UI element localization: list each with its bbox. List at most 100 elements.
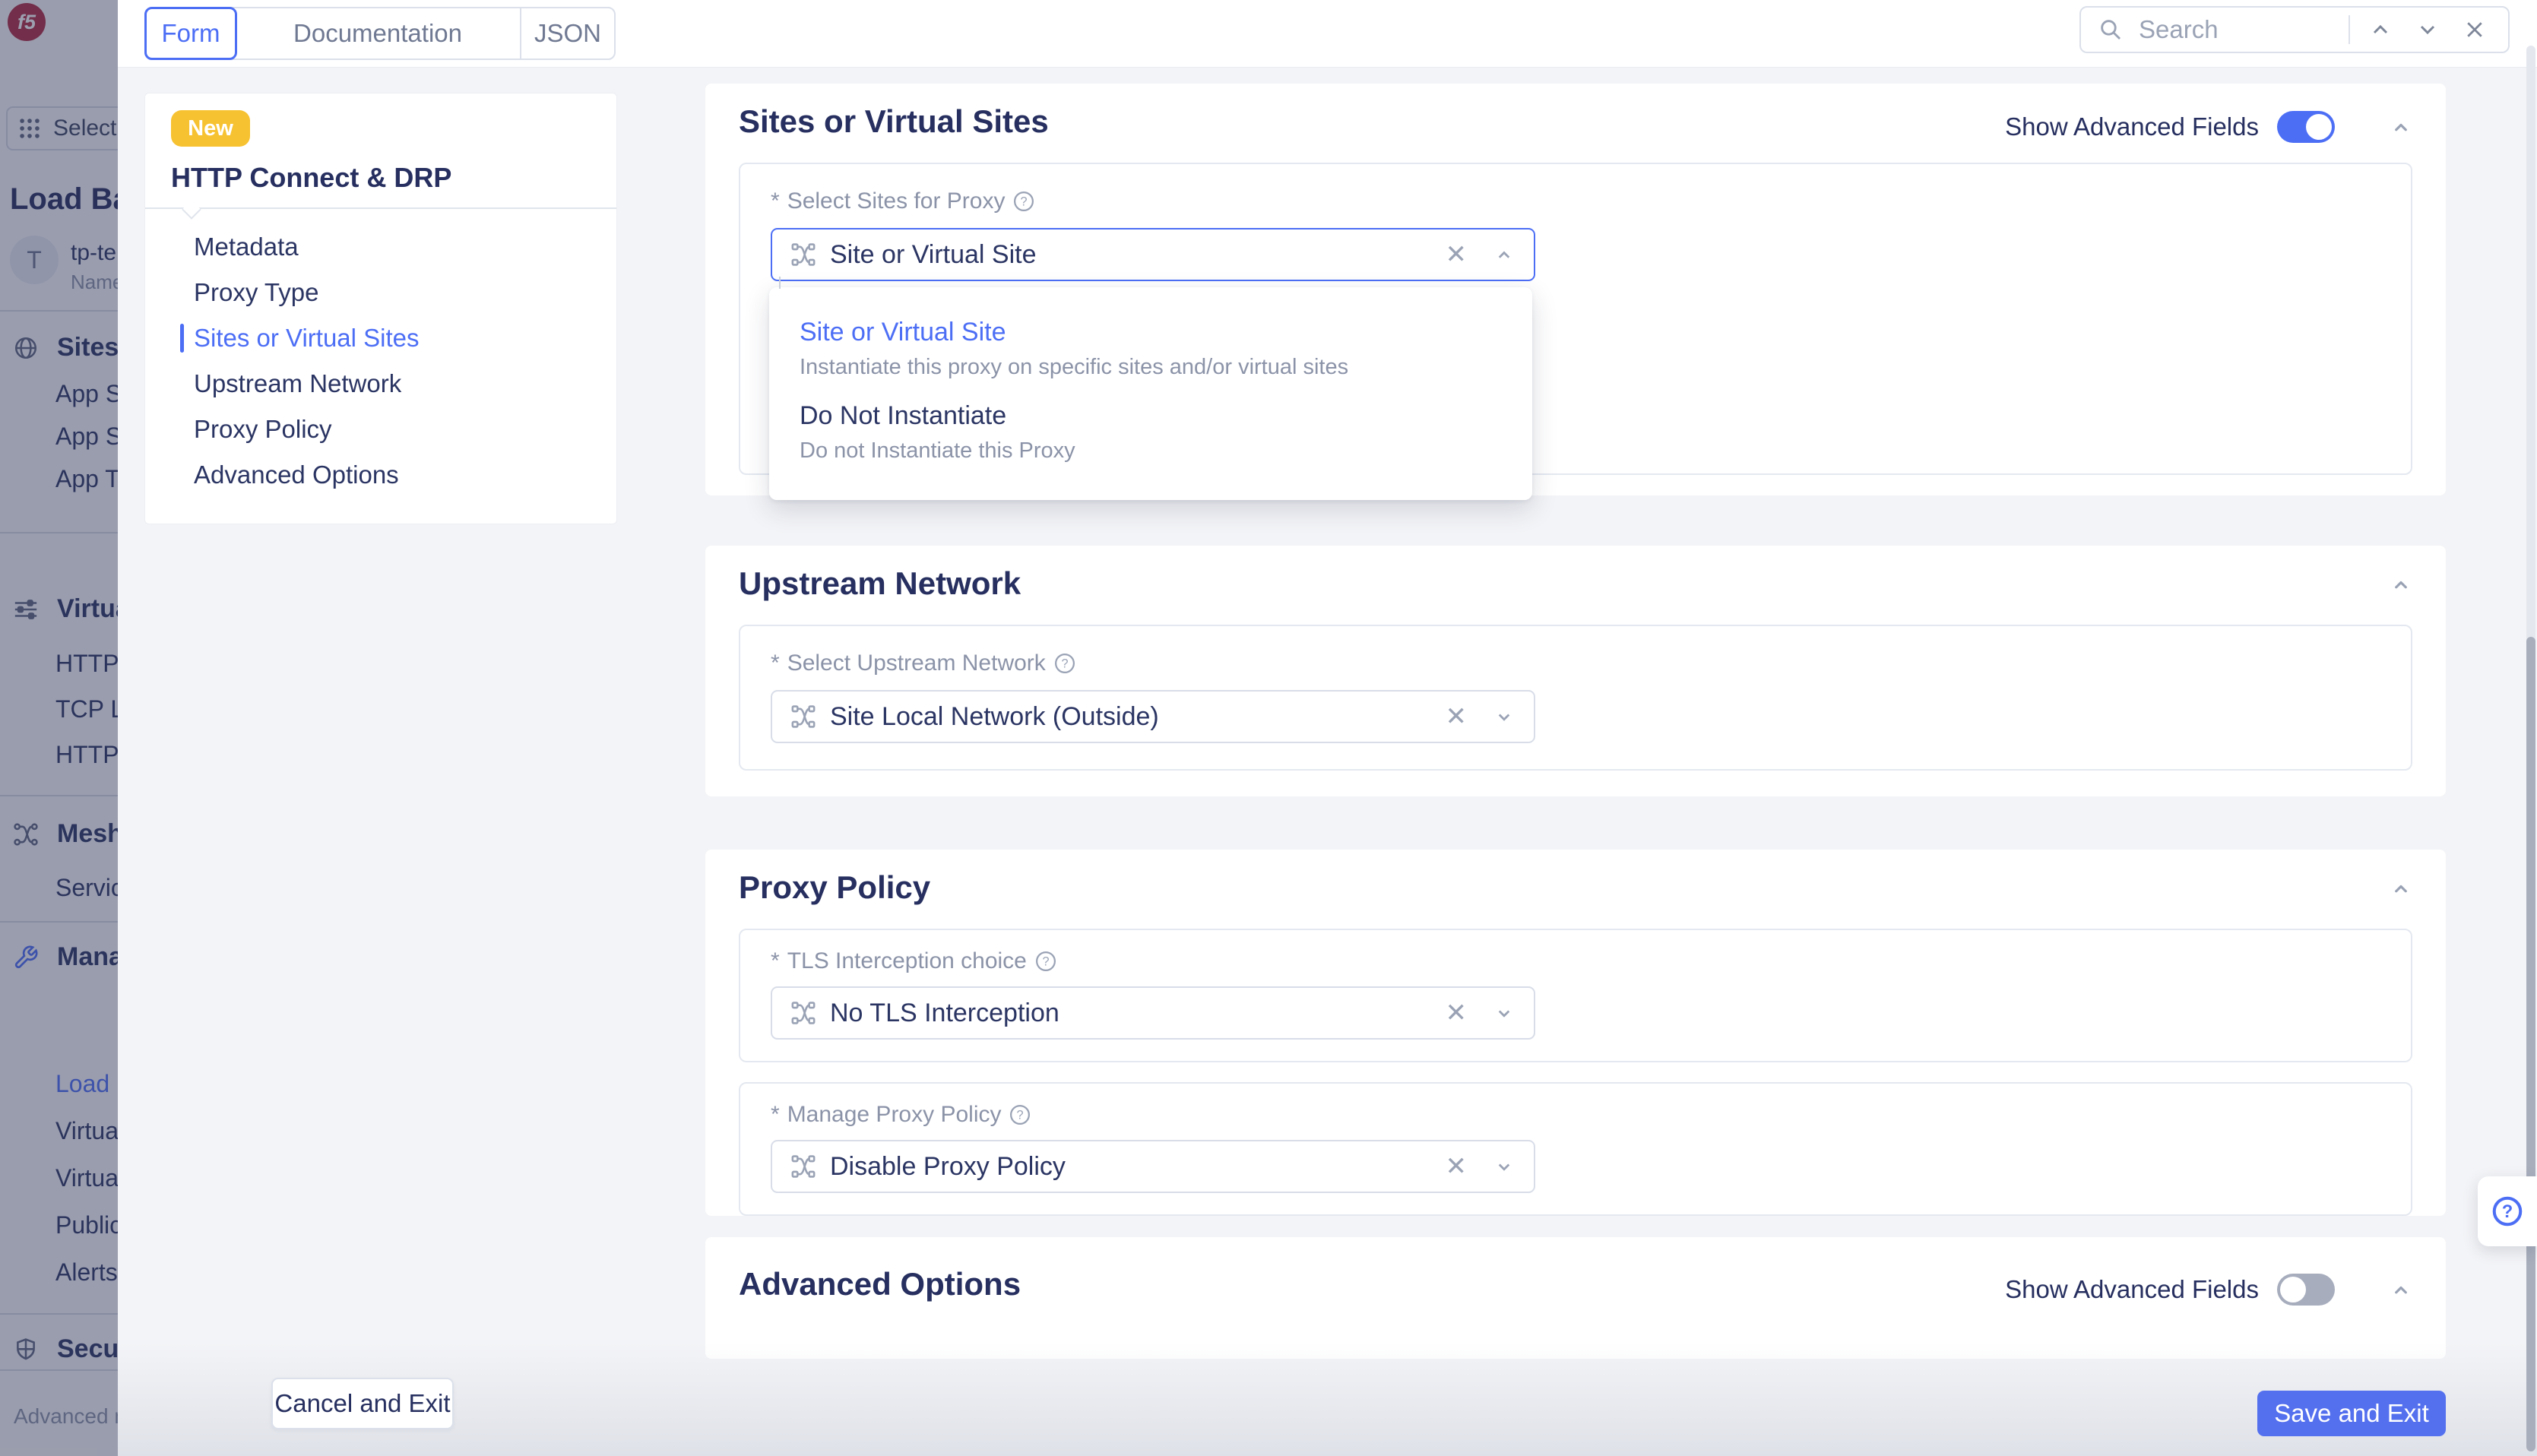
dropdown-connector xyxy=(779,277,781,289)
dropdown-option-site-or-virtual-site[interactable]: Site or Virtual Site Instantiate this pr… xyxy=(769,307,1532,391)
chevron-up-icon xyxy=(2395,581,2407,589)
option-title: Site or Virtual Site xyxy=(800,318,1006,347)
form-nav-item-advanced-options[interactable]: Advanced Options xyxy=(145,452,616,498)
clear-icon[interactable]: ✕ xyxy=(1446,1154,1468,1179)
select-value: Site or Virtual Site xyxy=(830,239,1037,269)
form-overlay-panel: Form Documentation JSON Search New HTTP … xyxy=(118,0,2537,1456)
close-search-button[interactable] xyxy=(2458,13,2491,46)
toggle-knob xyxy=(2280,1277,2306,1302)
open-dropdown-button[interactable] xyxy=(1493,1002,1516,1024)
chevron-up-icon xyxy=(2373,24,2388,34)
search-icon xyxy=(2101,20,2121,40)
sites-for-proxy-dropdown: Site or Virtual Site Instantiate this pr… xyxy=(769,287,1532,500)
section-advanced-options: Advanced Options Show Advanced Fields xyxy=(705,1237,2446,1359)
select-value: No TLS Interception xyxy=(830,998,1059,1027)
fieldset-tls-interception: * TLS Interception choice ? No TLS Inter… xyxy=(739,929,2412,1062)
section-title: Proxy Policy xyxy=(739,869,931,905)
scrollbar-thumb[interactable] xyxy=(2526,637,2535,1451)
search-input[interactable] xyxy=(2137,14,2335,45)
chevron-up-icon xyxy=(2395,885,2407,893)
tab-documentation[interactable]: Documentation xyxy=(236,8,520,59)
select-value: Disable Proxy Policy xyxy=(830,1151,1066,1181)
one-of-icon xyxy=(791,243,816,266)
form-nav-item-proxy-policy[interactable]: Proxy Policy xyxy=(145,407,616,452)
chevron-down-icon xyxy=(1498,1163,1510,1171)
divider xyxy=(2349,15,2350,44)
show-advanced-fields-label: Show Advanced Fields xyxy=(2005,1275,2259,1303)
find-search-bar xyxy=(2079,6,2510,53)
collapse-section-button[interactable] xyxy=(2390,1278,2412,1301)
help-icon[interactable]: ? xyxy=(1053,652,1076,675)
find-next-button[interactable] xyxy=(2411,13,2444,46)
required-mark: * xyxy=(771,650,780,676)
field-label-text: Select Sites for Proxy xyxy=(787,188,1006,214)
required-mark: * xyxy=(771,188,780,214)
field-label: * Select Sites for Proxy ? xyxy=(771,188,1035,214)
select-tls-interception[interactable]: No TLS Interception ✕ xyxy=(771,986,1535,1040)
clear-icon[interactable]: ✕ xyxy=(1446,242,1468,267)
main-nav-sidebar: f5 Select Load Ba T tp-te Name xyxy=(0,0,118,1456)
overlay-topbar: Form Documentation JSON xyxy=(118,0,2537,68)
clear-icon[interactable]: ✕ xyxy=(1446,1000,1468,1026)
new-badge: New xyxy=(171,110,250,147)
field-label-text: TLS Interception choice xyxy=(787,948,1027,973)
select-manage-proxy-policy[interactable]: Disable Proxy Policy ✕ xyxy=(771,1140,1535,1193)
tab-json[interactable]: JSON xyxy=(520,8,614,59)
required-mark: * xyxy=(771,948,780,973)
help-icon[interactable]: ? xyxy=(1034,950,1057,973)
open-dropdown-button[interactable] xyxy=(1493,1155,1516,1178)
form-nav-item-sites-or-virtual-sites[interactable]: Sites or Virtual Sites xyxy=(145,315,616,361)
collapse-dropdown-button[interactable] xyxy=(1493,243,1516,266)
one-of-icon xyxy=(791,1155,816,1178)
chevron-down-icon xyxy=(1498,1010,1510,1018)
find-previous-button[interactable] xyxy=(2364,13,2397,46)
help-icon[interactable]: ? xyxy=(1009,1103,1031,1126)
help-button[interactable]: ? xyxy=(2478,1176,2537,1246)
required-mark: * xyxy=(771,1102,780,1127)
one-of-icon xyxy=(791,705,816,728)
tab-form[interactable]: Form xyxy=(144,7,237,60)
modal-backdrop xyxy=(0,0,118,1456)
form-nav-item-proxy-type[interactable]: Proxy Type xyxy=(145,270,616,315)
chevron-up-icon xyxy=(2395,123,2407,131)
section-proxy-policy: Proxy Policy * TLS Interception choice ?… xyxy=(705,850,2446,1216)
save-and-exit-button[interactable]: Save and Exit xyxy=(2257,1391,2446,1436)
collapse-section-button[interactable] xyxy=(2390,116,2412,138)
section-title: Upstream Network xyxy=(739,565,1021,601)
chevron-up-icon xyxy=(1498,251,1510,258)
chevron-down-icon xyxy=(1498,714,1510,721)
form-nav-item-metadata[interactable]: Metadata xyxy=(145,224,616,270)
clear-icon[interactable]: ✕ xyxy=(1446,704,1468,730)
collapse-section-button[interactable] xyxy=(2390,573,2412,596)
collapse-section-button[interactable] xyxy=(2390,877,2412,900)
view-tabs: Form Documentation JSON xyxy=(144,7,616,60)
show-advanced-fields-toggle[interactable] xyxy=(2277,111,2335,143)
field-label: * TLS Interception choice ? xyxy=(771,948,1057,974)
select-sites-for-proxy[interactable]: Site or Virtual Site ✕ xyxy=(771,228,1535,281)
field-label: * Manage Proxy Policy ? xyxy=(771,1102,1031,1128)
divider xyxy=(145,207,616,209)
fieldset-manage-proxy-policy: * Manage Proxy Policy ? Disable Proxy Po… xyxy=(739,1082,2412,1216)
svg-text:?: ? xyxy=(2502,1201,2513,1222)
one-of-icon xyxy=(791,1002,816,1024)
dropdown-option-do-not-instantiate[interactable]: Do Not Instantiate Do not Instantiate th… xyxy=(769,391,1532,474)
show-advanced-fields-toggle[interactable] xyxy=(2277,1274,2335,1306)
field-label-text: Select Upstream Network xyxy=(787,650,1046,676)
option-title: Do Not Instantiate xyxy=(800,401,1007,430)
svg-text:?: ? xyxy=(1017,1109,1024,1122)
field-label: * Select Upstream Network ? xyxy=(771,650,1076,676)
chevron-down-icon xyxy=(2420,25,2435,35)
section-title: Sites or Virtual Sites xyxy=(739,103,1049,139)
open-dropdown-button[interactable] xyxy=(1493,705,1516,728)
field-label-text: Manage Proxy Policy xyxy=(787,1102,1002,1127)
form-nav-item-upstream-network[interactable]: Upstream Network xyxy=(145,361,616,407)
help-icon[interactable]: ? xyxy=(1012,190,1035,213)
form-content-area: New HTTP Connect & DRP Metadata Proxy Ty… xyxy=(118,67,2537,1456)
svg-text:?: ? xyxy=(1042,955,1049,969)
cancel-and-exit-button[interactable]: Cancel and Exit xyxy=(271,1378,454,1429)
toggle-knob xyxy=(2306,114,2332,140)
select-upstream-network[interactable]: Site Local Network (Outside) ✕ xyxy=(771,690,1535,743)
app-root: f5 Select Load Ba T tp-te Name xyxy=(0,0,2537,1456)
form-section-nav: New HTTP Connect & DRP Metadata Proxy Ty… xyxy=(144,93,617,524)
section-upstream-network: Upstream Network * Select Upstream Netwo… xyxy=(705,546,2446,796)
